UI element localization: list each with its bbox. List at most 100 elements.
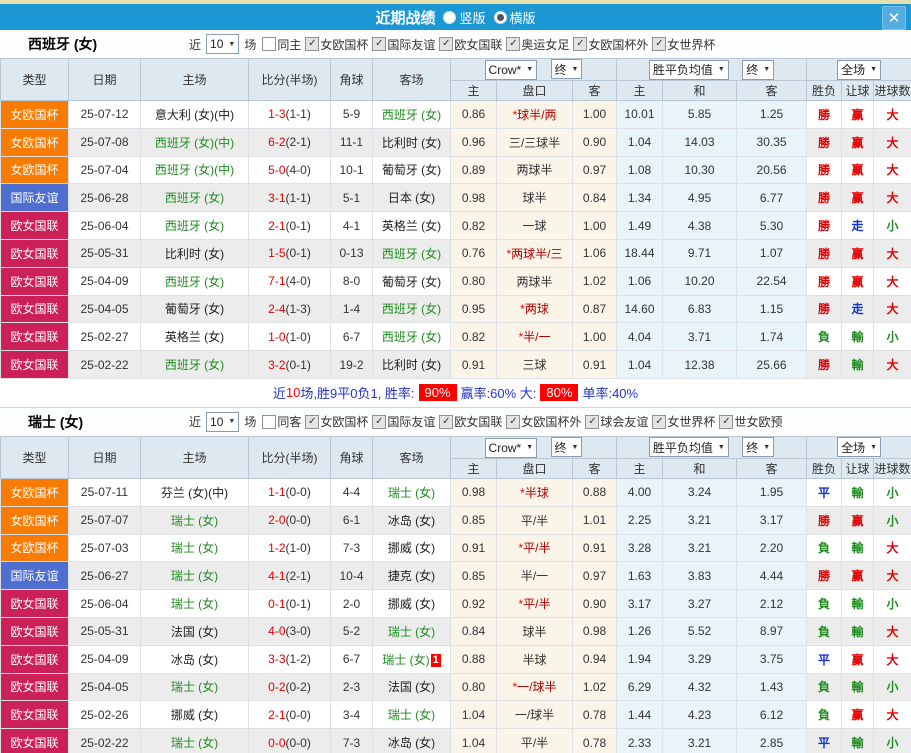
sub-header-result-handicap: 让球: [841, 457, 875, 479]
avg-draw: 3.27: [662, 589, 738, 618]
match-row: 国际友谊 25-06-27 瑞士 (女) 4-1(2-1) 10-4 捷克 (女) 0.85…: [0, 561, 911, 591]
layout-horizontal-radio[interactable]: 横版: [493, 8, 536, 27]
away-odds: 0.91: [571, 533, 618, 563]
match-date: 25-05-31: [68, 238, 141, 268]
away-team: 瑞士 (女): [372, 700, 451, 730]
handicap: *平/半: [496, 533, 573, 563]
score: 6-2(2-1): [248, 127, 331, 157]
result-handicap: 赢: [841, 266, 875, 296]
competition-checkbox[interactable]: ✓ 女欧国杯: [305, 413, 368, 430]
competition-checkbox[interactable]: ✓ 欧女国联: [439, 413, 502, 430]
match-type-badge: 欧女国联: [0, 238, 69, 268]
result-handicap: 赢: [841, 127, 875, 157]
home-team: 挪威 (女): [140, 700, 249, 730]
scope-select[interactable]: 全场 ▼: [837, 59, 882, 80]
col-header-corners: 角球: [330, 435, 373, 479]
checkbox-checked-icon: ✓: [652, 37, 667, 51]
same-venue-checkbox[interactable]: 同主: [262, 36, 301, 53]
matches-table: 类型 日期 主场 比分(半场) 角球 客场 Crow* ▼ 终 ▼ 胜平负均值 ▼ 终…: [0, 58, 911, 379]
result-handicap: 赢: [841, 700, 875, 730]
col-header-corners: 角球: [330, 58, 373, 101]
matches-label: 场: [244, 37, 257, 52]
scope-select[interactable]: 全场 ▼: [837, 437, 882, 458]
avg-header-cell: 胜平负均值 ▼ 终 ▼: [616, 58, 808, 81]
checkbox-checked-icon: ✓: [585, 414, 600, 429]
competition-checkbox[interactable]: ✓ 女欧国杯: [305, 36, 368, 53]
match-count-select[interactable]: 10 ▼: [206, 34, 240, 54]
close-button[interactable]: ✕: [882, 6, 906, 30]
avg-home: 2.25: [616, 505, 664, 535]
result-goals: 大: [873, 700, 911, 730]
sub-header-result-wdl: 胜负: [806, 457, 843, 479]
handicap: 两球半: [496, 155, 573, 185]
score: 2-4(1-3): [248, 294, 331, 324]
result-goals: 大: [873, 533, 911, 563]
competition-checkbox[interactable]: ✓ 女世界杯: [652, 36, 715, 53]
avg-draw: 4.38: [662, 211, 738, 240]
avg-draw: 6.83: [662, 294, 738, 324]
corners: 2-3: [330, 672, 373, 702]
summary-part: 80%: [540, 384, 579, 402]
sub-header-result-wdl: 胜负: [806, 80, 843, 101]
result-wdl: 平: [806, 644, 843, 674]
avg-type-select[interactable]: 胜平负均值 ▼: [648, 437, 729, 458]
competition-checkbox[interactable]: ✓ 国际友谊: [372, 413, 435, 430]
avg-draw: 3.21: [662, 505, 738, 535]
away-team: 瑞士 (女) 1: [372, 644, 451, 674]
competition-checkbox[interactable]: ✓ 世女欧预: [719, 413, 782, 430]
home-team: 瑞士 (女): [140, 672, 249, 702]
match-date: 25-07-07: [68, 505, 141, 535]
competition-checkbox[interactable]: ✓ 女世界杯: [652, 413, 715, 430]
sub-header-handicap: 盘口: [496, 457, 573, 479]
score: 0-2(0-2): [248, 672, 331, 702]
match-count-value: 10: [210, 414, 224, 429]
match-type-badge: 女欧国杯: [0, 155, 69, 185]
sub-header-handicap: 盘口: [496, 80, 573, 101]
away-team: 比利时 (女): [372, 350, 451, 379]
match-row: 欧女国联 25-05-31 比利时 (女) 1-5(0-1) 0-13 西班牙 (女) 0.…: [0, 238, 911, 268]
result-handicap: 輸: [841, 589, 875, 618]
home-team: 英格兰 (女): [140, 322, 249, 352]
avg-home: 1.08: [616, 155, 664, 185]
chevron-down-icon: ▼: [228, 40, 236, 48]
col-header-home: 主场: [140, 58, 249, 101]
competition-label: 国际友谊: [387, 37, 436, 52]
competition-checkbox[interactable]: ✓ 国际友谊: [372, 36, 435, 53]
avg-away: 1.95: [736, 477, 808, 507]
sub-header-avg-away: 客: [736, 80, 808, 101]
avg-away: 1.43: [736, 672, 808, 702]
odds-final-select[interactable]: 终 ▼: [550, 437, 583, 458]
competition-checkbox[interactable]: ✓ 女欧国杯外: [506, 413, 581, 430]
competition-checkbox[interactable]: ✓ 奥运女足: [506, 36, 569, 53]
competition-checkbox[interactable]: ✓ 球会友谊: [585, 413, 648, 430]
team-section: 瑞士 (女) 近 10 ▼ 场 同客 ✓ 女欧国杯 ✓ 国际友谊 ✓ 欧女国联 ✓ 女欧国杯外 ✓…: [0, 407, 911, 753]
handicap: 球半: [496, 183, 573, 213]
score: 0-0(0-0): [248, 728, 331, 753]
avg-final-select[interactable]: 终 ▼: [742, 437, 775, 458]
match-row: 欧女国联 25-04-05 葡萄牙 (女) 2-4(1-3) 1-4 西班牙 (女) 0.9…: [0, 294, 911, 324]
competition-checkbox[interactable]: ✓ 女欧国杯外: [573, 36, 648, 53]
same-venue-checkbox[interactable]: 同客: [262, 413, 301, 430]
match-type-badge: 女欧国杯: [0, 505, 69, 535]
competition-label: 国际友谊: [387, 415, 436, 430]
result-wdl: 負: [806, 700, 843, 730]
match-date: 25-04-09: [68, 266, 141, 296]
result-handicap: 走: [841, 211, 875, 240]
competition-checkbox[interactable]: ✓ 欧女国联: [439, 36, 502, 53]
handicap: *半/一: [496, 322, 573, 352]
result-wdl: 負: [806, 616, 843, 646]
odds-final-select[interactable]: 终 ▼: [550, 59, 583, 80]
avg-final-select[interactable]: 终 ▼: [742, 59, 775, 80]
avg-draw: 4.95: [662, 183, 738, 213]
match-type-badge: 欧女国联: [0, 644, 69, 674]
handicap: 球半: [496, 616, 573, 646]
layout-vertical-radio[interactable]: 竖版: [443, 8, 486, 27]
match-type-badge: 女欧国杯: [0, 533, 69, 563]
odds-source-select[interactable]: Crow* ▼: [484, 437, 538, 458]
odds-source-select[interactable]: Crow* ▼: [484, 59, 538, 80]
match-count-select[interactable]: 10 ▼: [206, 411, 240, 432]
result-wdl: 勝: [806, 294, 843, 324]
avg-type-select[interactable]: 胜平负均值 ▼: [648, 59, 729, 80]
home-odds: 0.95: [450, 294, 497, 324]
home-odds: 0.80: [450, 266, 497, 296]
